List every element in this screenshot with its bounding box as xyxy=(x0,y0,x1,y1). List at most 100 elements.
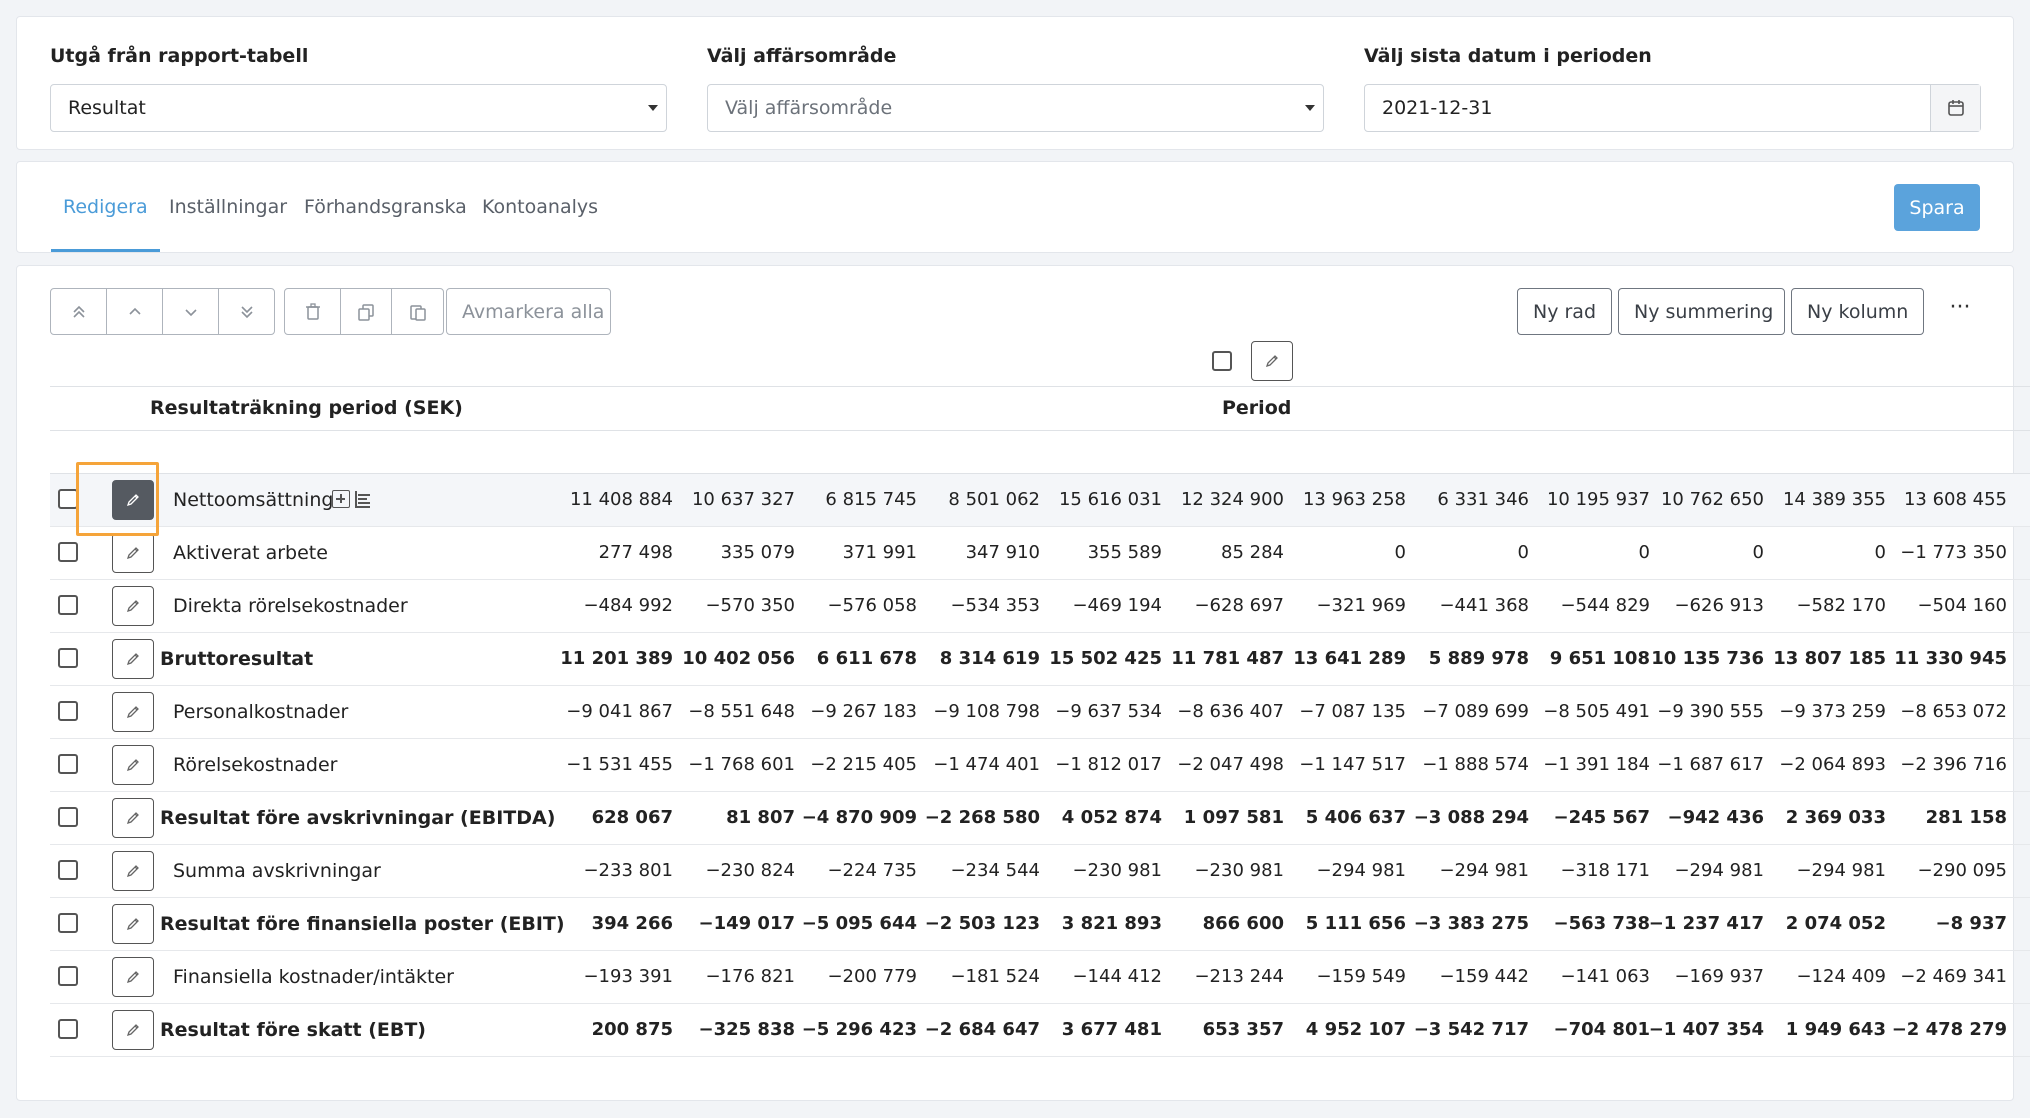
row-value-cell: −9 390 555 xyxy=(1657,701,1764,722)
report-table-select[interactable]: Resultat xyxy=(50,84,667,132)
row-value-cell: −294 981 xyxy=(1439,860,1529,881)
new-sum-button[interactable]: Ny summering xyxy=(1618,288,1785,335)
tab-kontoanalys[interactable]: Kontoanalys xyxy=(482,162,598,252)
row-value-cell: 6 331 346 xyxy=(1437,489,1529,510)
report-table-card: Avmarkera alla Ny rad Ny summering Ny ko… xyxy=(16,265,2030,1101)
period-end-date-field[interactable]: 2021-12-31 xyxy=(1364,84,1981,132)
row-value-cell: −1 474 401 xyxy=(933,754,1040,775)
delete-button[interactable] xyxy=(284,288,341,335)
table-row: Bruttoresultat 11 201 389 10 402 056 6 611 … xyxy=(50,633,2030,686)
row-edit-button[interactable] xyxy=(112,533,154,573)
row-value-cell: −1 888 574 xyxy=(1422,754,1529,775)
account-list-icon[interactable] xyxy=(354,490,372,508)
row-value-cell: −149 017 xyxy=(698,913,796,934)
row-value-cell: −159 549 xyxy=(1316,966,1406,987)
row-label: Resultat före avskrivningar (EBITDA) xyxy=(160,807,556,829)
row-edit-button[interactable] xyxy=(112,1010,154,1050)
new-column-button[interactable]: Ny kolumn xyxy=(1791,288,1924,335)
expand-plus-icon[interactable] xyxy=(332,490,350,508)
row-value-cell: −441 368 xyxy=(1439,595,1529,616)
row-value-cell: 866 600 xyxy=(1202,913,1284,934)
row-edit-button[interactable] xyxy=(112,692,154,732)
row-value-cell: 0 xyxy=(1638,542,1650,563)
report-table-label: Utgå från rapport-tabell xyxy=(50,45,309,67)
tab-redigera[interactable]: Redigera xyxy=(51,162,160,252)
row-edit-button[interactable] xyxy=(112,480,154,520)
row-edit-button[interactable] xyxy=(112,586,154,626)
row-select-checkbox[interactable] xyxy=(58,913,78,933)
pencil-icon xyxy=(1265,355,1278,368)
row-value-cell: 0 xyxy=(1394,542,1406,563)
row-value-cell: 277 498 xyxy=(598,542,673,563)
row-value-cell: −141 063 xyxy=(1560,966,1650,987)
row-value-cell: −942 436 xyxy=(1667,807,1765,828)
row-select-checkbox[interactable] xyxy=(58,807,78,827)
row-select-checkbox[interactable] xyxy=(58,648,78,668)
row-select-checkbox[interactable] xyxy=(58,595,78,615)
period-end-label: Välj sista datum i perioden xyxy=(1364,45,1652,67)
row-edit-button[interactable] xyxy=(112,798,154,838)
row-value-cell: −2 469 341 xyxy=(1900,966,2007,987)
row-value-cell: 10 762 650 xyxy=(1660,489,1764,510)
column-select-checkbox[interactable] xyxy=(1212,351,1232,371)
row-value-cell: 11 781 487 xyxy=(1171,648,1284,669)
copy-button[interactable] xyxy=(340,288,392,335)
row-value-cell: 394 266 xyxy=(591,913,673,934)
more-options-button[interactable]: ··· xyxy=(1937,288,1983,335)
row-label: Personalkostnader xyxy=(173,701,349,723)
row-edit-button[interactable] xyxy=(112,745,154,785)
move-to-bottom-button[interactable] xyxy=(218,288,275,335)
row-value-cell: 3 677 481 xyxy=(1061,1019,1162,1040)
pencil-icon xyxy=(126,547,139,560)
report-table-value: Resultat xyxy=(68,97,146,119)
row-value-cell: 5 889 978 xyxy=(1428,648,1529,669)
pencil-icon xyxy=(126,1024,139,1037)
row-value-cell: 11 201 389 xyxy=(560,648,673,669)
calendar-button[interactable] xyxy=(1930,85,1980,131)
row-value-cell: −2 396 716 xyxy=(1900,754,2007,775)
row-value-cell: 8 501 062 xyxy=(948,489,1040,510)
paste-icon xyxy=(409,304,426,321)
row-edit-button[interactable] xyxy=(112,957,154,997)
row-value-cell: 8 314 619 xyxy=(939,648,1040,669)
row-select-checkbox[interactable] xyxy=(58,701,78,721)
row-value-cell: −582 170 xyxy=(1796,595,1886,616)
row-edit-button[interactable] xyxy=(112,904,154,944)
period-end-value: 2021-12-31 xyxy=(1382,97,1493,119)
business-area-select[interactable]: Välj affärsområde xyxy=(707,84,1324,132)
row-select-checkbox[interactable] xyxy=(58,754,78,774)
row-value-cell: −234 544 xyxy=(950,860,1040,881)
row-select-checkbox[interactable] xyxy=(58,860,78,880)
new-row-button[interactable]: Ny rad xyxy=(1517,288,1612,335)
move-down-button[interactable] xyxy=(162,288,219,335)
tab-installningar[interactable]: Inställningar xyxy=(169,162,287,252)
save-button[interactable]: Spara xyxy=(1894,184,1980,231)
row-value-cell: 15 502 425 xyxy=(1049,648,1162,669)
column-edit-button[interactable] xyxy=(1251,341,1293,381)
row-value-cell: −294 981 xyxy=(1796,860,1886,881)
row-value-cell: −2 684 647 xyxy=(924,1019,1040,1040)
row-value-cell: −7 089 699 xyxy=(1422,701,1529,722)
row-select-checkbox[interactable] xyxy=(58,1019,78,1039)
row-value-cell: −1 407 354 xyxy=(1648,1019,1764,1040)
row-value-cell: −1 531 455 xyxy=(566,754,673,775)
pencil-icon xyxy=(126,494,139,507)
row-value-cell: −626 913 xyxy=(1674,595,1764,616)
row-select-checkbox[interactable] xyxy=(58,489,78,509)
row-value-cell: 5 111 656 xyxy=(1305,913,1406,934)
paste-button[interactable] xyxy=(391,288,444,335)
row-edit-button[interactable] xyxy=(112,639,154,679)
tab-forhandsgranska[interactable]: Förhandsgranska xyxy=(304,162,467,252)
row-label: Summa avskrivningar xyxy=(173,860,381,882)
move-to-top-button[interactable] xyxy=(50,288,107,335)
row-value-cell: 15 616 031 xyxy=(1058,489,1162,510)
move-up-button[interactable] xyxy=(106,288,163,335)
row-value-cell: −3 542 717 xyxy=(1413,1019,1529,1040)
row-select-checkbox[interactable] xyxy=(58,542,78,562)
deselect-all-button[interactable]: Avmarkera alla xyxy=(446,288,611,335)
row-edit-button[interactable] xyxy=(112,851,154,891)
row-select-checkbox[interactable] xyxy=(58,966,78,986)
row-value-cell: −8 505 491 xyxy=(1543,701,1650,722)
row-value-cell: 1 949 643 xyxy=(1785,1019,1886,1040)
row-value-cell: −544 829 xyxy=(1560,595,1650,616)
